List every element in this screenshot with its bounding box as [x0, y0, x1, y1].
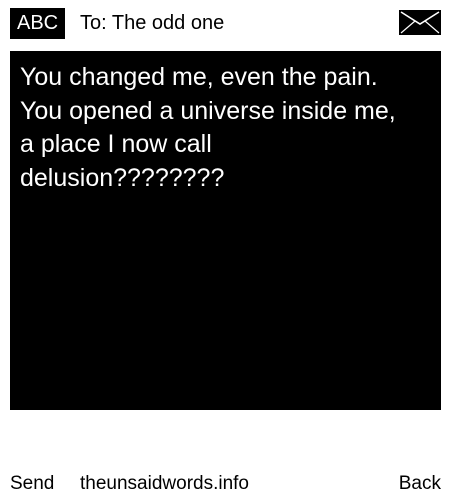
message-text-area[interactable]: You changed me, even the pain. You opene…	[10, 51, 441, 410]
site-label: theunsaidwords.info	[80, 473, 249, 494]
header-bar: ABC To: The odd one	[0, 0, 450, 44]
recipient-label: To: The odd one	[80, 12, 225, 34]
envelope-icon[interactable]	[399, 10, 441, 35]
send-button[interactable]: Send	[10, 470, 54, 498]
input-mode-badge[interactable]: ABC	[10, 8, 66, 39]
back-button[interactable]: Back	[399, 470, 441, 498]
softkey-bar: Send theunsaidwords.info Back	[0, 470, 450, 498]
message-body: You changed me, even the pain. You opene…	[20, 63, 396, 192]
